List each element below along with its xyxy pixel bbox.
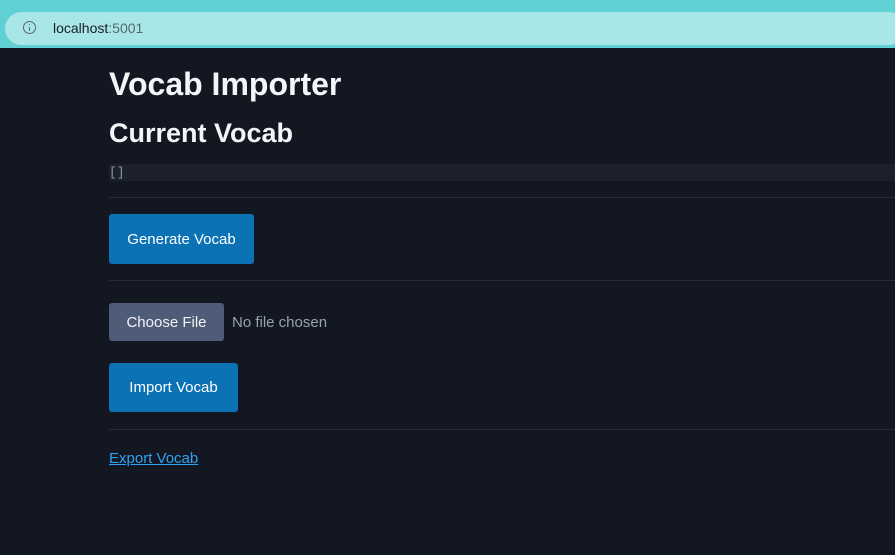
divider [109, 429, 895, 430]
browser-toolbar: localhost:5001 [0, 0, 895, 48]
vocab-display: [] [109, 164, 895, 181]
generate-vocab-button[interactable]: Generate Vocab [109, 214, 254, 264]
divider [109, 197, 895, 198]
info-icon[interactable] [23, 21, 36, 34]
address-bar[interactable]: localhost:5001 [5, 12, 895, 45]
page-title: Vocab Importer [109, 66, 342, 102]
url-text[interactable]: localhost:5001 [53, 20, 143, 36]
export-vocab-link[interactable]: Export Vocab [109, 450, 198, 467]
page-body: Vocab Importer Current Vocab [] Generate… [0, 48, 895, 555]
url-host: localhost [53, 20, 109, 36]
choose-file-button[interactable]: Choose File [109, 303, 224, 341]
section-title-current-vocab: Current Vocab [109, 118, 294, 148]
url-port: :5001 [108, 20, 144, 36]
divider [109, 280, 895, 281]
import-vocab-button[interactable]: Import Vocab [109, 363, 238, 412]
file-status-text: No file chosen [232, 314, 328, 331]
